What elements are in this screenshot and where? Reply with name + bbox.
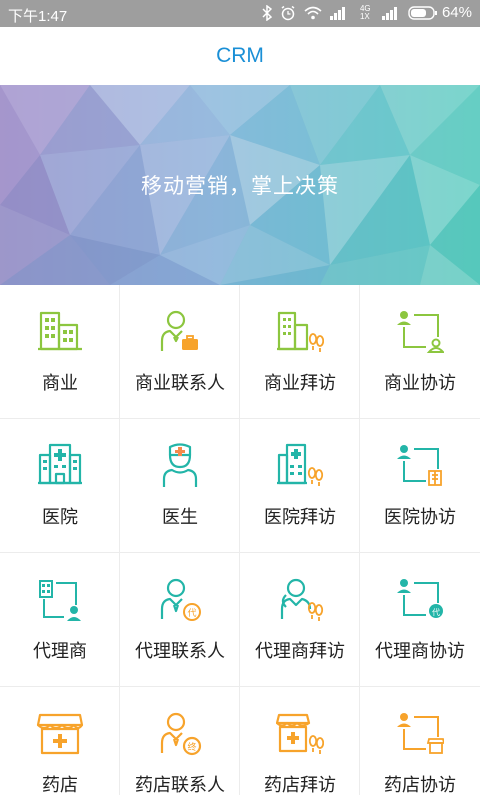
- menu-item-label: 代理商拜访: [255, 641, 345, 661]
- menu-item-agent-assist[interactable]: 代 代理商协访: [360, 553, 480, 687]
- menu-item-doctor[interactable]: 医生: [120, 419, 240, 553]
- pharmacy-contact-icon: 终: [160, 712, 202, 756]
- menu-item-label: 商业: [42, 373, 78, 393]
- menu-item-label: 医生: [162, 507, 198, 527]
- business-contact-icon: [160, 310, 198, 351]
- menu-item-label: 医院: [42, 507, 78, 527]
- menu-item-label: 代理联系人: [135, 641, 225, 661]
- menu-item-label: 药店协访: [384, 775, 456, 795]
- hospital-visit-icon: [277, 443, 324, 486]
- svg-text:代: 代: [187, 608, 196, 619]
- doctor-icon: [162, 443, 198, 487]
- battery-percent: 64%: [441, 4, 472, 21]
- signal-icon: [329, 6, 352, 20]
- menu-item-pharmacy-assist[interactable]: 药店协访: [360, 687, 480, 795]
- menu-item-label: 商业协访: [384, 373, 456, 393]
- pharmacy-visit-icon: [276, 713, 324, 754]
- pharmacy-icon: [36, 713, 84, 755]
- menu-item-label: 医院协访: [384, 507, 456, 527]
- menu-item-label: 商业拜访: [264, 373, 336, 393]
- agent-icon: [39, 580, 81, 621]
- wifi-icon: [304, 6, 322, 20]
- menu-item-hospital[interactable]: 医院: [0, 419, 120, 553]
- menu-item-hospital-visit[interactable]: 医院拜访: [240, 419, 360, 553]
- menu-item-agent-contact[interactable]: 代 代理联系人: [120, 553, 240, 687]
- pharmacy-assist-visit-icon: [397, 713, 444, 754]
- menu-item-pharmacy-visit[interactable]: 药店拜访: [240, 687, 360, 795]
- menu-item-pharmacy-contact[interactable]: 终 药店联系人: [120, 687, 240, 795]
- menu-item-label: 药店: [42, 775, 78, 795]
- menu-item-pharmacy[interactable]: 药店: [0, 687, 120, 795]
- hospital-assist-visit-icon: [397, 445, 442, 486]
- signal-icon: [381, 6, 400, 20]
- battery-icon: [408, 5, 437, 20]
- status-time: 下午1:47: [8, 8, 68, 25]
- menu-item-label: 代理商协访: [375, 641, 465, 661]
- menu-item-label: 医院拜访: [264, 507, 336, 527]
- title-bar: CRM: [0, 27, 480, 85]
- business-visit-icon: [277, 311, 324, 352]
- hospital-icon: [38, 443, 82, 485]
- menu-item-agent-visit[interactable]: 代理商拜访: [240, 553, 360, 687]
- menu-item-business-contact[interactable]: 商业联系人: [120, 285, 240, 419]
- status-icons: 4G 1X 64%: [262, 4, 472, 21]
- alarm-icon: [280, 5, 296, 21]
- svg-text:代: 代: [432, 607, 440, 617]
- menu-item-business[interactable]: 商业: [0, 285, 120, 419]
- buildings-icon: [38, 311, 82, 351]
- function-grid: 商业 商业联系人 商业拜访 商业协访 医院 医生 医院拜访 医院协访 代理商 代…: [0, 285, 480, 795]
- menu-item-label: 药店联系人: [135, 775, 225, 795]
- menu-item-hospital-assist[interactable]: 医院协访: [360, 419, 480, 553]
- battery-indicator: 64%: [408, 4, 472, 21]
- menu-item-agent[interactable]: 代理商: [0, 553, 120, 687]
- network-type: 4G 1X: [359, 3, 371, 21]
- business-assist-visit-icon: [397, 311, 444, 353]
- banner: 移动营销，掌上决策: [0, 85, 480, 285]
- agent-visit-icon: [280, 578, 324, 621]
- menu-item-label: 商业联系人: [135, 373, 225, 393]
- menu-item-label: 药店拜访: [264, 775, 336, 795]
- agent-assist-visit-icon: 代: [397, 579, 443, 618]
- agent-contact-icon: 代: [160, 578, 201, 621]
- banner-slogan: 移动营销，掌上决策: [141, 175, 339, 198]
- menu-item-business-visit[interactable]: 商业拜访: [240, 285, 360, 419]
- bluetooth-icon: [262, 4, 272, 21]
- status-bar: 下午1:47 4G 1X 64%: [0, 0, 480, 27]
- page-title: CRM: [216, 44, 264, 67]
- svg-text:终: 终: [187, 741, 196, 753]
- menu-item-business-assist[interactable]: 商业协访: [360, 285, 480, 419]
- menu-item-label: 代理商: [33, 641, 87, 661]
